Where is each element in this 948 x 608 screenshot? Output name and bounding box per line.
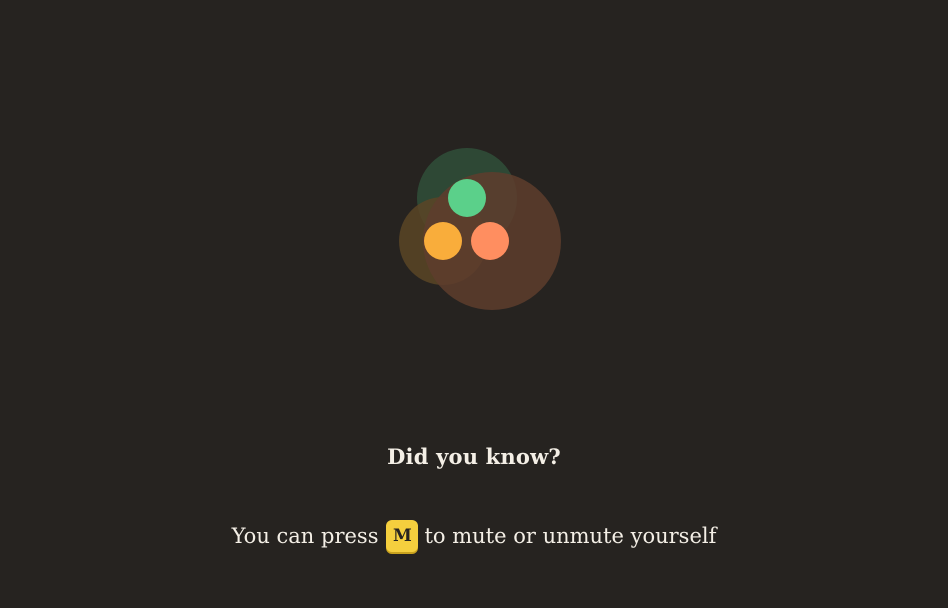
orange-dot [424,222,462,260]
coral-halo [423,172,561,310]
green-halo [417,148,517,248]
orange-halo [399,197,487,285]
keyboard-key-m: M [386,520,419,552]
tip-heading: Did you know? [387,444,561,469]
tip-message: You can press Mto mute or unmute yourself [0,520,948,552]
green-dot [448,179,486,217]
tip-text-before: You can press [231,524,379,548]
coral-dot [471,222,509,260]
tip-text-after: to mute or unmute yourself [424,524,717,548]
loading-animation [399,148,561,310]
